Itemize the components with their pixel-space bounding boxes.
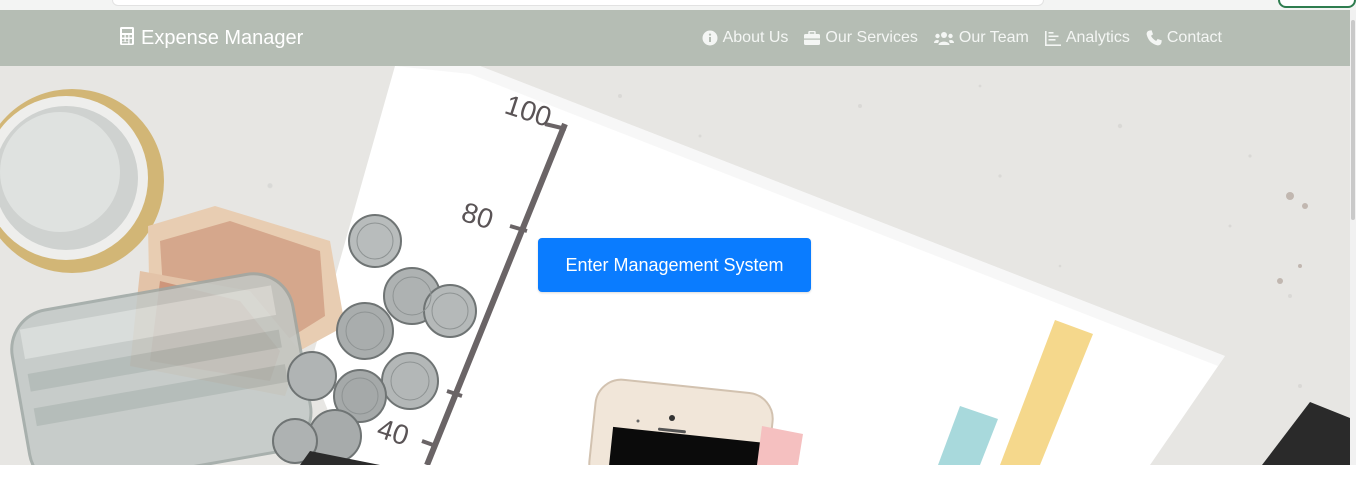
- nav-label: Analytics: [1065, 29, 1130, 46]
- nav-our-services[interactable]: Our Services: [804, 29, 918, 47]
- brand[interactable]: Expense Manager: [119, 24, 303, 52]
- nav-about-us[interactable]: About Us: [702, 29, 789, 47]
- enter-management-system-button[interactable]: Enter Management System: [538, 238, 811, 292]
- nav-analytics[interactable]: Analytics: [1044, 29, 1130, 47]
- main-nav: About Us Our Services Our Team Analytics…: [702, 10, 1222, 66]
- nav-label: Our Team: [958, 29, 1029, 46]
- info-circle-icon: [702, 30, 718, 46]
- nav-label: Our Services: [825, 29, 918, 46]
- page-scrollbar[interactable]: [1350, 10, 1356, 465]
- nav-contact[interactable]: Contact: [1146, 29, 1222, 47]
- users-icon: [933, 31, 954, 46]
- brand-title: Expense Manager: [141, 26, 304, 49]
- nav-our-team[interactable]: Our Team: [933, 29, 1029, 47]
- toolbar-pill-button[interactable]: [1278, 0, 1356, 8]
- nav-label: Contact: [1166, 29, 1222, 46]
- address-bar[interactable]: [112, 0, 1044, 6]
- phone-icon: [1146, 30, 1162, 46]
- nav-label: About Us: [722, 29, 789, 46]
- briefcase-icon: [804, 30, 821, 46]
- hero-banner: 100 80 40 Enter Management System: [0, 66, 1350, 465]
- scrollbar-thumb[interactable]: [1351, 20, 1355, 220]
- browser-top-strip: [0, 0, 1356, 10]
- navbar: Expense Manager About Us Our Services Ou…: [0, 10, 1356, 66]
- chart-icon: [1044, 30, 1061, 46]
- calculator-icon: [119, 26, 135, 51]
- content-below-hero: [0, 465, 1356, 483]
